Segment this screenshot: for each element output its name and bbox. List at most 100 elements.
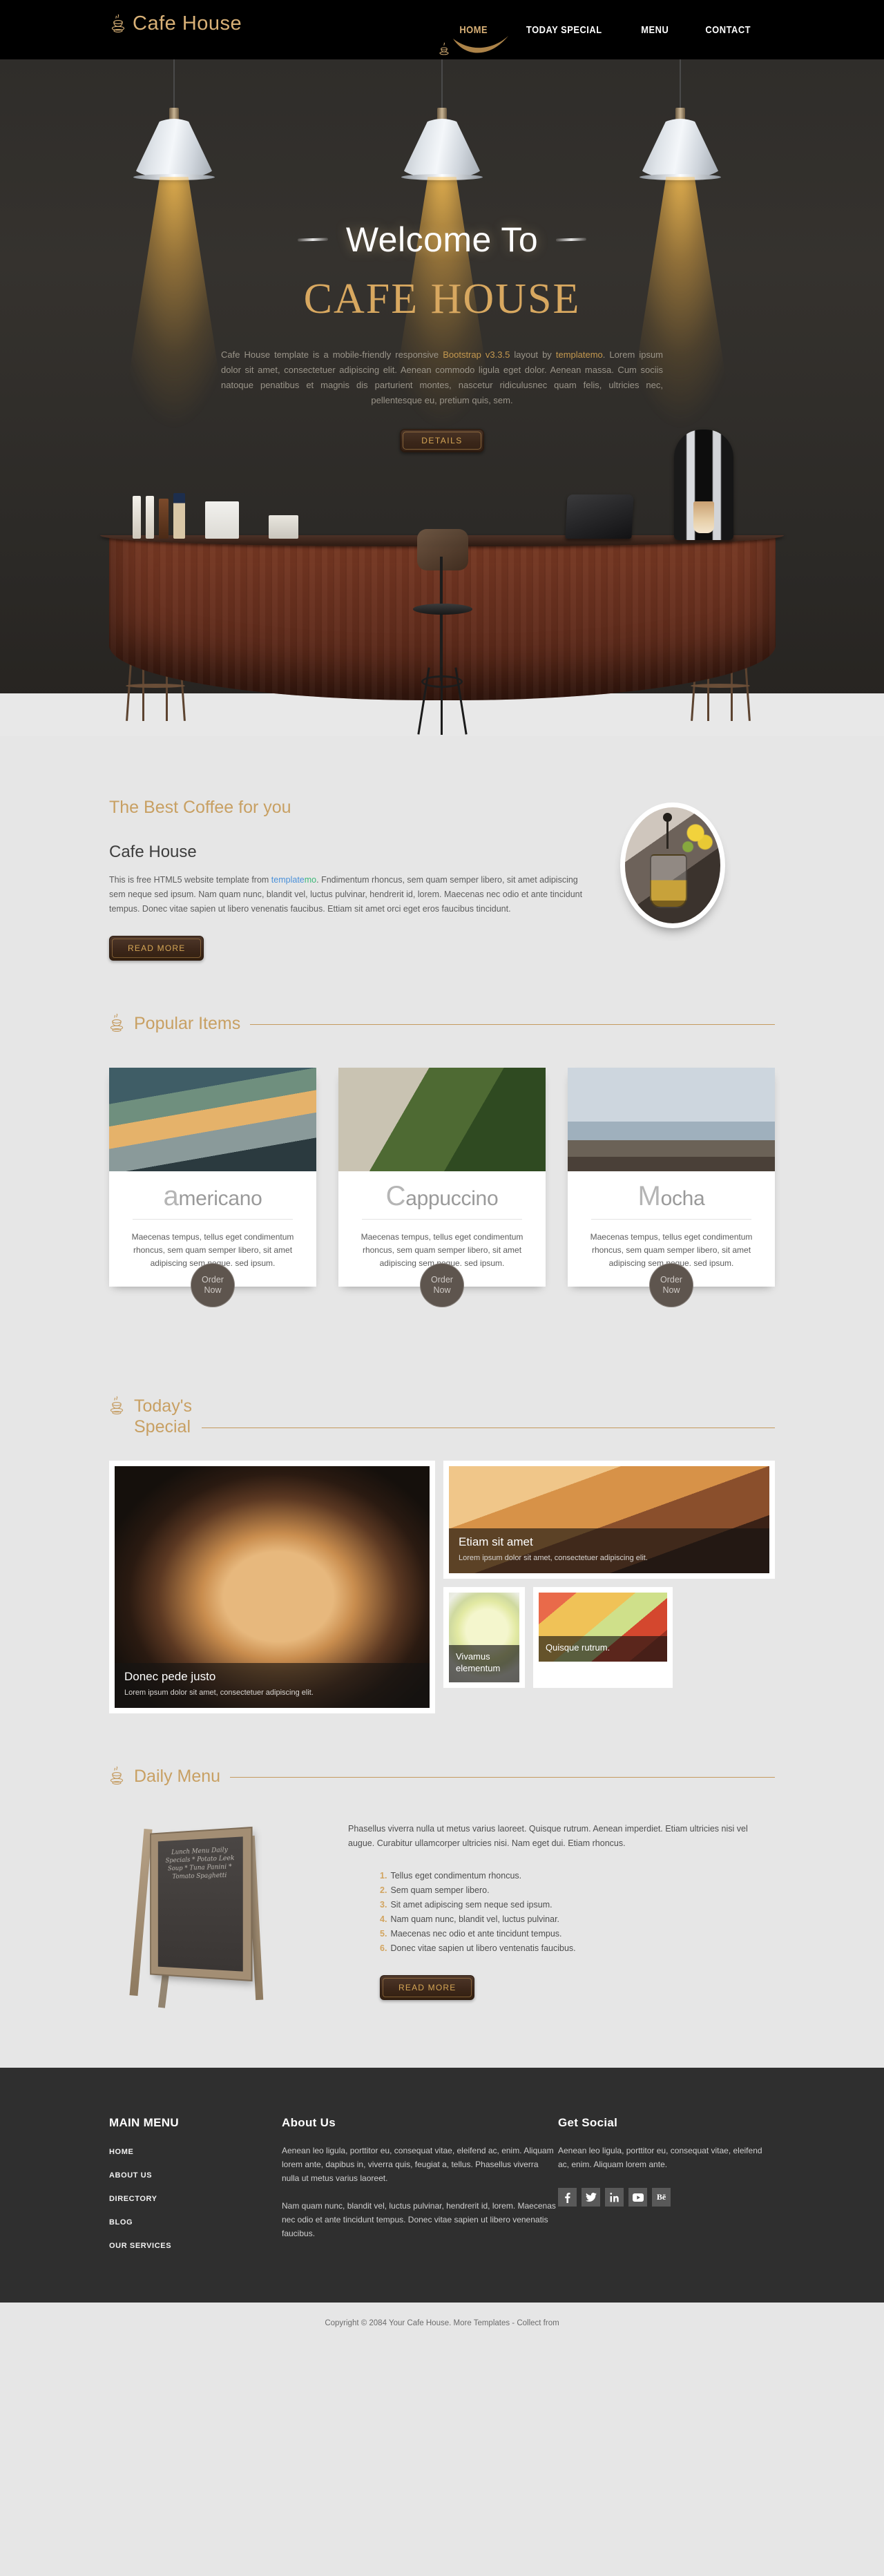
popular-items-section: Popular Items americano Maecenas tempus,…	[0, 968, 884, 1350]
daily-menu-item: 4. Nam quam nunc, blandit vel, luctus pul…	[380, 1912, 775, 1927]
nav-item-today-special[interactable]: TODAY SPECIAL	[513, 24, 615, 36]
daily-intro: Phasellus viverra nulla ut metus varius …	[348, 1824, 748, 1848]
item-title: Cappuccino	[351, 1181, 533, 1212]
footer-link-blog[interactable]: BLOG	[109, 2218, 282, 2227]
todays-special-header: Today's Special	[109, 1350, 775, 1437]
behance-icon[interactable]: Bē	[652, 2188, 671, 2207]
about-subheading: Cafe House	[109, 843, 197, 861]
item-text: Sem quam semper libero.	[390, 1885, 490, 1895]
swoosh-decoration	[453, 36, 508, 53]
item-text: Donec vitae sapien ut libero ventenatis …	[390, 1943, 576, 1953]
footer-link-home[interactable]: HOME	[109, 2148, 282, 2156]
special-tile-title: Donec pede justo	[124, 1670, 216, 1683]
daily-read-more-button[interactable]: READ MORE	[380, 1975, 475, 2000]
item-card[interactable]: Cappuccino Maecenas tempus, tellus eget …	[338, 1068, 546, 1307]
about-section: The Best Coffee for you Cafe House This …	[0, 736, 884, 968]
bootstrap-link[interactable]: Bootstrap v3.3.5	[443, 349, 510, 360]
about-paragraph: This is free HTML5 website template from…	[109, 873, 586, 916]
order-label-1: Order	[202, 1275, 224, 1285]
nav-item-menu[interactable]: MENU	[628, 24, 682, 36]
site-header: Cafe House HOME TODAY SPECIAL MENU CONTA…	[0, 0, 884, 59]
chalkboard-text: Lunch Menu Daily Specials * Potato Leek …	[165, 1846, 235, 1881]
about-read-more-button[interactable]: READ MORE	[109, 936, 204, 961]
nav-item-home-wrap: HOME	[439, 24, 505, 55]
bar-stool-center	[409, 529, 475, 736]
hero-welcome-text: Welcome To	[345, 220, 539, 259]
divider	[591, 1219, 751, 1220]
order-now-button[interactable]: Order Now	[191, 1263, 235, 1307]
nav-item-contact[interactable]: CONTACT	[692, 24, 764, 36]
footer-social-title: Get Social	[558, 2116, 618, 2129]
item-title: americano	[122, 1181, 304, 1212]
order-label-2: Now	[433, 1285, 451, 1295]
item-title: Mocha	[580, 1181, 762, 1212]
coffee-cup-icon	[109, 1013, 124, 1037]
footer-link-about-us[interactable]: ABOUT US	[109, 2171, 282, 2180]
about-text-before: This is free HTML5 website template from	[109, 875, 271, 885]
footer-menu-title: MAIN MENU	[109, 2116, 179, 2129]
special-tile-wide[interactable]: Etiam sit amet Lorem ipsum dolor sit ame…	[443, 1461, 775, 1579]
item-title-initial: a	[163, 1181, 179, 1211]
nav-item-home[interactable]: HOME	[446, 24, 501, 36]
todays-special-section: Today's Special Donec pede justo Lorem i…	[0, 1350, 884, 1720]
item-number: 1.	[380, 1871, 387, 1881]
item-title-initial: C	[385, 1181, 406, 1211]
item-photo	[109, 1068, 316, 1171]
hero-welcome-line: Welcome To	[0, 220, 884, 260]
order-label-1: Order	[431, 1275, 453, 1285]
details-button[interactable]: DETAILS	[400, 429, 484, 452]
popular-items-list: americano Maecenas tempus, tellus eget c…	[109, 1037, 775, 1350]
daily-menu-title: Daily Menu	[134, 1767, 221, 1786]
divider	[133, 1219, 293, 1220]
item-title-initial: M	[637, 1181, 661, 1211]
special-tile-small[interactable]: Vivamus elementum	[443, 1587, 525, 1688]
special-tile-small[interactable]: Quisque rutrum.	[533, 1587, 673, 1688]
special-gallery: Donec pede justo Lorem ipsum dolor sit a…	[109, 1437, 775, 1720]
item-text: Maecenas nec odio et ante tincidunt temp…	[390, 1929, 562, 1939]
item-card[interactable]: Mocha Maecenas tempus, tellus eget condi…	[568, 1068, 775, 1307]
footer-about-p2: Nam quam nunc, blandit vel, luctus pulvi…	[282, 2201, 556, 2238]
footer-link-our-services[interactable]: OUR SERVICES	[109, 2242, 282, 2250]
special-tile-title: Etiam sit amet	[459, 1535, 533, 1548]
section-rule	[250, 1024, 775, 1025]
hero-title: CAFE HOUSE	[303, 276, 581, 323]
daily-menu-item: 3. Sit amet adipiscing sem neque sed ipsu…	[380, 1898, 775, 1912]
templatemo-link[interactable]: templatemo	[556, 349, 603, 360]
templatemo-link[interactable]: templatemo	[271, 875, 316, 885]
daily-menu-body: Lunch Menu Daily Specials * Potato Leek …	[109, 1790, 775, 2068]
order-now-button[interactable]: Order Now	[649, 1263, 693, 1307]
link-part-b: mo	[304, 875, 317, 885]
item-card[interactable]: americano Maecenas tempus, tellus eget c…	[109, 1068, 316, 1307]
footer-about-title: About Us	[282, 2116, 336, 2129]
item-text: Nam quam nunc, blandit vel, luctus pulvi…	[390, 1914, 560, 1924]
order-now-button[interactable]: Order Now	[420, 1263, 464, 1307]
hero-content: Welcome To CAFE HOUSE Cafe House templat…	[0, 59, 884, 452]
bar-scene-illustration	[0, 430, 884, 736]
footer-link-directory[interactable]: DIRECTORY	[109, 2195, 282, 2203]
brand-name: Cafe House	[133, 12, 242, 35]
social-links: Bē	[558, 2188, 775, 2207]
footer-about-p1: Aenean leo ligula, porttitor eu, consequ…	[282, 2146, 554, 2183]
brand-logo[interactable]: Cafe House	[110, 12, 242, 35]
item-title-rest: mericano	[178, 1187, 262, 1210]
daily-menu-list: 1. Tellus eget condimentum rhoncus. 2. Sem…	[380, 1869, 775, 1956]
facebook-icon[interactable]	[558, 2188, 577, 2207]
chalkboard-sign: Lunch Menu Daily Specials * Potato Leek …	[109, 1812, 316, 2019]
special-tile-large[interactable]: Donec pede justo Lorem ipsum dolor sit a…	[109, 1461, 435, 1713]
divider	[362, 1219, 522, 1220]
item-photo	[338, 1068, 546, 1171]
coffee-cup-icon	[110, 14, 126, 35]
twitter-icon[interactable]	[582, 2188, 600, 2207]
linkedin-icon[interactable]	[605, 2188, 624, 2207]
special-tile-title: Vivamus elementum	[456, 1651, 501, 1673]
footer-about: About Us Aenean leo ligula, porttitor eu…	[282, 2116, 558, 2265]
cash-register-icon	[565, 494, 634, 539]
dash-left-icon	[297, 238, 328, 242]
counter-bottles	[133, 489, 298, 539]
order-label-1: Order	[660, 1275, 682, 1285]
popular-items-title: Popular Items	[134, 1014, 241, 1033]
footer-main-menu: MAIN MENU HOME ABOUT US DIRECTORY BLOG O…	[109, 2116, 282, 2265]
special-tile-desc: Lorem ipsum dolor sit amet, consectetuer…	[459, 1554, 648, 1562]
order-label-2: Now	[204, 1285, 222, 1295]
youtube-icon[interactable]	[628, 2188, 647, 2207]
